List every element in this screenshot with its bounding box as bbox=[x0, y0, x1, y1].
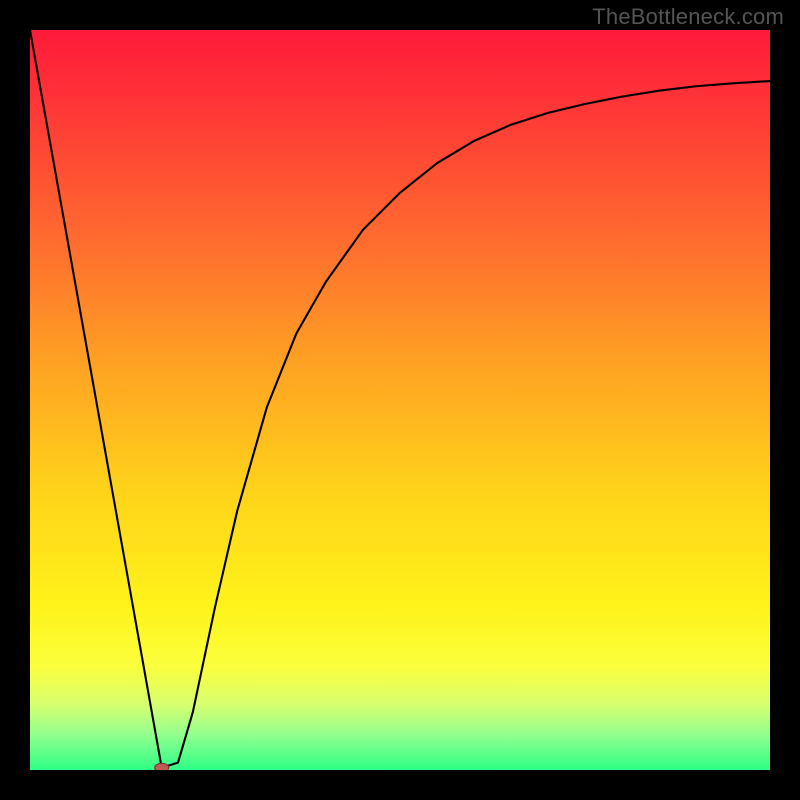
chart-svg bbox=[30, 30, 770, 770]
gradient-background bbox=[30, 30, 770, 770]
chart-frame: TheBottleneck.com bbox=[0, 0, 800, 800]
watermark-text: TheBottleneck.com bbox=[592, 4, 784, 30]
plot-area bbox=[30, 30, 770, 770]
optimal-marker bbox=[155, 763, 169, 770]
